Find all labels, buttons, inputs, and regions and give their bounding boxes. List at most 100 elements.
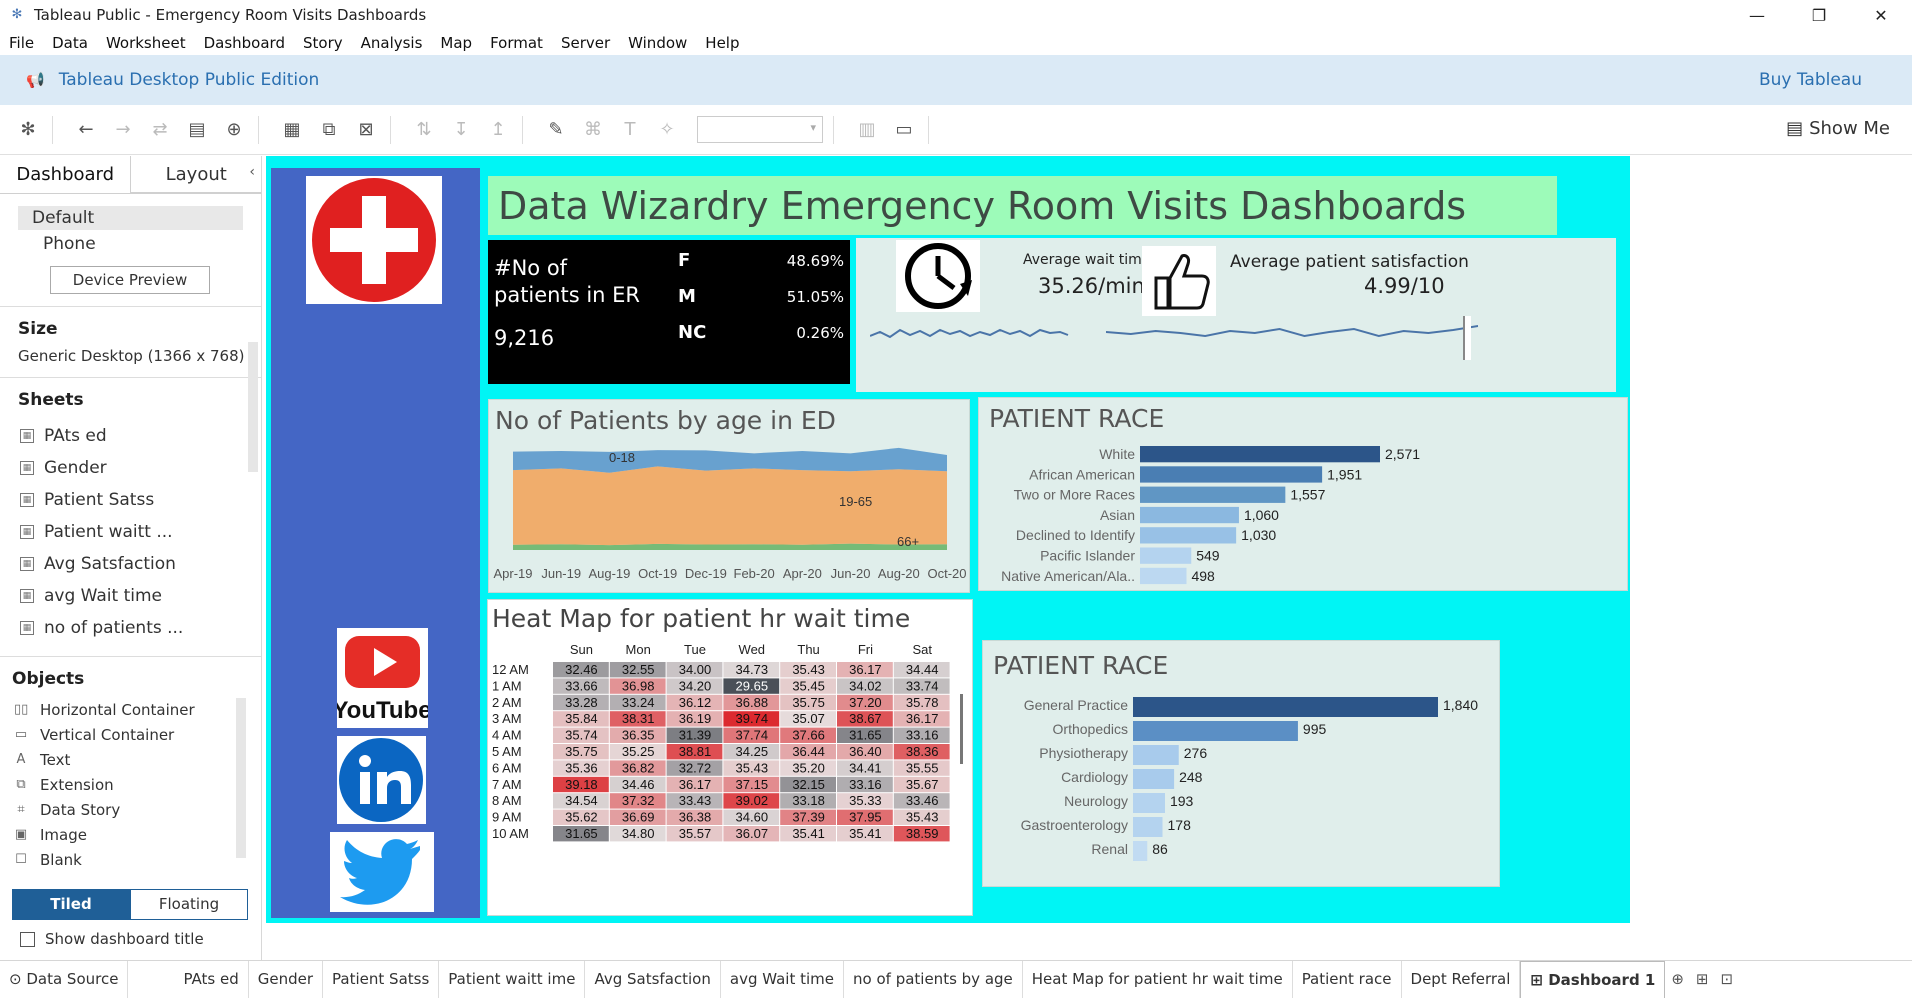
youtube-logo[interactable]: YouTube <box>332 628 432 728</box>
tab-dashboard[interactable]: Dashboard <box>0 156 130 193</box>
replace-data-icon[interactable]: ⇄ <box>146 116 174 144</box>
heatmap-cell-value: 37.20 <box>849 695 882 710</box>
tab-sheet[interactable]: Patient waitt ime <box>439 960 586 998</box>
sheet-item[interactable]: ▦ PAts ed <box>0 416 261 448</box>
sheet-item[interactable]: ▦ Avg Satsfaction <box>0 544 261 576</box>
minimize-button[interactable]: — <box>1726 0 1788 30</box>
tab-sheet[interactable]: PAts ed <box>174 960 249 998</box>
tab-sheet[interactable]: no of patients by age <box>844 960 1023 998</box>
highlight-icon[interactable]: ✎ <box>542 116 570 144</box>
heatmap-hour-label: 9 AM <box>492 810 522 825</box>
bar <box>1133 841 1148 861</box>
menu-map[interactable]: Map <box>431 34 481 52</box>
show-dashboard-title[interactable]: Show dashboard title <box>20 930 204 948</box>
close-button[interactable]: ✕ <box>1850 0 1912 30</box>
heatmap-cell-value: 31.39 <box>679 728 712 743</box>
undo-icon[interactable]: ← <box>72 116 100 144</box>
clock-image <box>896 240 980 312</box>
tab-dashboard-1[interactable]: ⊞ Dashboard 1 <box>1520 960 1666 998</box>
object-blank[interactable]: ☐ Blank <box>0 847 261 872</box>
tab-sheet[interactable]: Patient race <box>1293 960 1402 998</box>
heatmap-day-label: Sat <box>912 642 932 657</box>
sheet-item[interactable]: ▦ avg Wait time <box>0 576 261 608</box>
heatmap-scrollbar[interactable] <box>960 694 963 764</box>
tableau-start-icon[interactable]: ✻ <box>14 116 42 144</box>
group-icon[interactable]: ⌘ <box>579 116 607 144</box>
show-me-button[interactable]: ▤ Show Me <box>1786 118 1890 139</box>
new-data-source-icon[interactable]: ⊕ <box>220 116 248 144</box>
sheet-item[interactable]: ▦ Patient waitt ... <box>0 512 261 544</box>
object-vertical-container[interactable]: ▭ Vertical Container <box>0 722 261 747</box>
size-dropdown[interactable]: Generic Desktop (1366 x 768) ▾ <box>0 339 261 365</box>
twitter-logo[interactable] <box>330 832 434 912</box>
tab-sheet[interactable]: Heat Map for patient hr wait time <box>1023 960 1293 998</box>
object-extension[interactable]: ⧉ Extension <box>0 772 261 797</box>
menu-help[interactable]: Help <box>696 34 748 52</box>
duplicate-icon[interactable]: ⧉ <box>315 116 343 144</box>
x-tick-label: Oct-20 <box>927 566 966 581</box>
bar-value-label: 276 <box>1184 745 1208 761</box>
tab-data-source[interactable]: ⊙ Data Source <box>0 960 129 998</box>
show-title-checkbox[interactable] <box>20 931 35 947</box>
device-phone[interactable]: Phone <box>43 234 261 254</box>
collapse-pane-icon[interactable]: ‹ <box>249 164 255 180</box>
sheets-scrollbar[interactable] <box>248 342 258 472</box>
device-preview-button[interactable]: Device Preview <box>50 266 210 294</box>
redo-icon[interactable]: → <box>109 116 137 144</box>
menu-analysis[interactable]: Analysis <box>352 34 432 52</box>
device-default[interactable]: Default <box>18 206 243 230</box>
gender-m-value: 51.05% <box>786 288 844 306</box>
new-worksheet-tab-icon[interactable]: ⊕ <box>1665 970 1690 988</box>
sheet-item[interactable]: ▦ no of patients ... <box>0 608 261 640</box>
menu-worksheet[interactable]: Worksheet <box>97 34 195 52</box>
presentation-mode-icon[interactable]: ▭ <box>890 116 918 144</box>
patients-label-2: patients in ER <box>494 283 641 307</box>
new-story-tab-icon[interactable]: ⊡ <box>1715 970 1740 988</box>
new-worksheet-icon[interactable]: ▦ <box>278 116 306 144</box>
heatmap-chart: Sun Mon Tue Wed Thu Fri Sat 12 AM 32.46 32.55 34.0… <box>492 642 950 842</box>
save-icon[interactable]: ▤ <box>183 116 211 144</box>
heatmap-hour-label: 3 AM <box>492 711 522 726</box>
tab-layout[interactable]: Layout <box>130 156 261 193</box>
bar-category-label: Native American/Ala.. <box>1001 568 1135 584</box>
heatmap-cell-value: 36.98 <box>622 678 655 693</box>
sort-ascending-icon[interactable]: ↧ <box>447 116 475 144</box>
object-image[interactable]: ▣ Image <box>0 822 261 847</box>
tab-sheet[interactable]: avg Wait time <box>721 960 845 998</box>
bar-value-label: 178 <box>1168 817 1192 833</box>
kpi-scrollbar[interactable] <box>1463 316 1471 360</box>
pin-icon[interactable]: ✧ <box>653 116 681 144</box>
tab-sheet[interactable]: Gender <box>249 960 324 998</box>
sort-descending-icon[interactable]: ↥ <box>484 116 512 144</box>
fit-dropdown[interactable] <box>697 116 823 143</box>
tab-sheet[interactable]: Patient Satss <box>323 960 440 998</box>
labels-icon[interactable]: T <box>616 116 644 144</box>
object-data-story[interactable]: ⌗ Data Story <box>0 797 261 822</box>
thumbs-up-image <box>1142 246 1216 316</box>
menu-data[interactable]: Data <box>43 34 97 52</box>
tab-sheet[interactable]: Dept Referral <box>1402 960 1521 998</box>
menu-file[interactable]: File <box>0 34 43 52</box>
menu-server[interactable]: Server <box>552 34 619 52</box>
floating-button[interactable]: Floating <box>130 889 248 920</box>
menu-dashboard[interactable]: Dashboard <box>195 34 294 52</box>
menu-window[interactable]: Window <box>619 34 696 52</box>
sheet-item[interactable]: ▦ Patient Satss <box>0 480 261 512</box>
clear-icon[interactable]: ⊠ <box>352 116 380 144</box>
menu-story[interactable]: Story <box>294 34 352 52</box>
object-text[interactable]: A Text <box>0 747 261 772</box>
tab-sheet[interactable]: Avg Satsfaction <box>585 960 721 998</box>
linkedin-logo[interactable] <box>337 736 426 824</box>
sheet-item[interactable]: ▦ Gender <box>0 448 261 480</box>
show-cards-icon[interactable]: ▥ <box>853 116 881 144</box>
new-dashboard-tab-icon[interactable]: ⊞ <box>1690 970 1715 988</box>
swap-icon[interactable]: ⇅ <box>410 116 438 144</box>
objects-scrollbar[interactable] <box>236 698 246 858</box>
object-horizontal-container[interactable]: ▯▯ Horizontal Container <box>0 697 261 722</box>
maximize-button[interactable]: ❐ <box>1788 0 1850 30</box>
heatmap-cell-value: 37.15 <box>736 777 769 792</box>
menu-format[interactable]: Format <box>481 34 552 52</box>
tiled-button[interactable]: Tiled <box>12 889 130 920</box>
buy-tableau-link[interactable]: Buy Tableau <box>1759 70 1862 90</box>
bar <box>1133 721 1298 741</box>
